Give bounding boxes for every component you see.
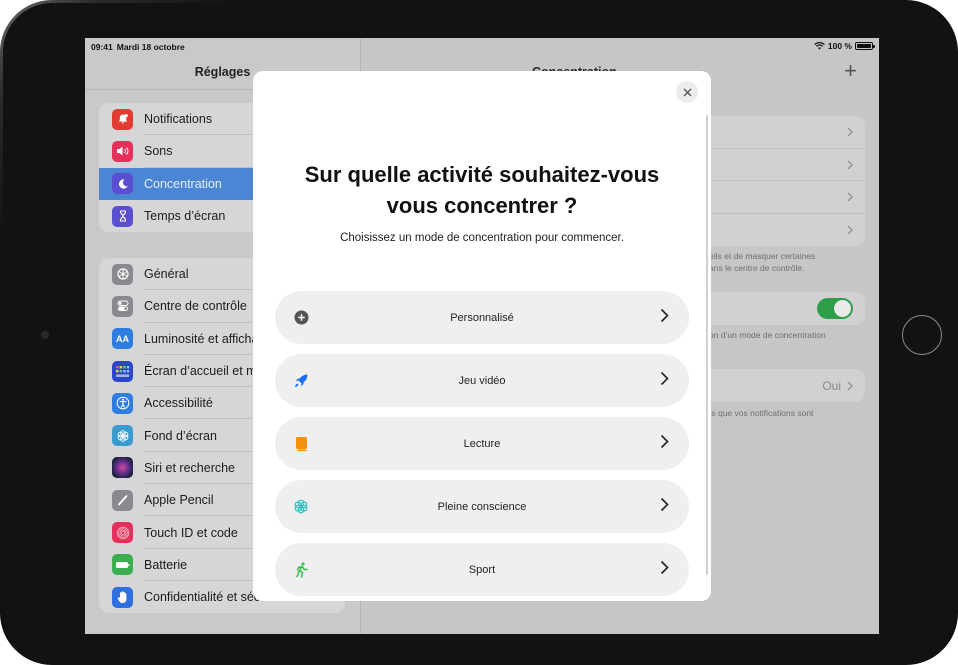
fingerprint-icon (112, 522, 133, 544)
option-label: Personnalisé (450, 311, 514, 324)
focus-status-value: Oui (822, 378, 841, 393)
plus-circle-icon (293, 310, 309, 326)
focus-footer-note: eils et de masquer certaines ans le cent… (709, 251, 816, 273)
app-grid-icon (112, 360, 133, 382)
running-figure-icon (293, 561, 309, 578)
chevron-right-icon (660, 434, 669, 449)
text-size-icon: AA (112, 328, 133, 350)
home-button[interactable] (902, 315, 942, 355)
hourglass-icon (112, 205, 133, 227)
close-icon (683, 88, 691, 96)
front-camera (41, 331, 49, 339)
option-label: Pleine conscience (437, 500, 527, 513)
ipad-frame: Réglages Notifications Sons Concentratio… (0, 0, 958, 665)
modal-title: Sur quelle activité souhaitez-vous vous … (253, 159, 711, 221)
sidebar-item-label: Sons (144, 144, 173, 159)
sidebar-item-label: Accessibilité (144, 396, 213, 411)
mindfulness-flower-icon (293, 499, 309, 515)
sidebar-item-label: Siri et recherche (144, 460, 236, 475)
sidebar-item-label: Fond d’écran (144, 428, 217, 443)
option-personnalise[interactable]: Personnalisé (275, 291, 689, 344)
chevron-right-icon (847, 127, 853, 137)
option-sport[interactable]: Sport (275, 543, 689, 596)
add-focus-button[interactable]: + (844, 60, 857, 82)
sidebar-item-label: Notifications (144, 112, 213, 127)
moon-icon (112, 173, 133, 195)
sidebar-item-label: Concentration (144, 176, 222, 191)
pencil-icon (112, 489, 133, 511)
sidebar-item-label: Batterie (144, 557, 188, 572)
status-date: Mardi 18 octobre (116, 42, 185, 52)
sidebar-item-label: Général (144, 267, 189, 282)
bell-icon (112, 108, 133, 130)
sidebar-item-label: Apple Pencil (144, 493, 214, 508)
chevron-right-icon (847, 381, 853, 390)
battery-indicator (855, 42, 875, 50)
share-note: on d’un mode de concentration (709, 330, 826, 340)
siri-icon (112, 457, 133, 479)
option-label: Sport (468, 563, 496, 576)
option-lecture[interactable]: Lecture (275, 417, 689, 470)
sidebar-item-label: Touch ID et code (144, 525, 238, 540)
battery-icon (112, 554, 133, 576)
sidebar-item-label: Temps d’écran (144, 209, 226, 224)
status-bar: 09:41 Mardi 18 octobre 100 % (85, 38, 879, 56)
hand-icon (112, 586, 133, 608)
rocket-icon (293, 373, 309, 389)
share-across-devices-toggle[interactable] (817, 298, 853, 319)
flower-icon (112, 425, 133, 447)
gear-icon (112, 263, 133, 285)
modal-title-line-1: Sur quelle activité souhaitez-vous (304, 162, 660, 187)
modal-subtitle: Choisissez un mode de concentration pour… (340, 232, 624, 244)
chevron-right-icon (847, 160, 853, 170)
toggles-icon (112, 295, 133, 317)
chevron-right-icon (660, 371, 669, 386)
accessibility-icon (112, 392, 133, 414)
focus-setup-modal: Sur quelle activité souhaitez-vous vous … (253, 71, 711, 601)
chevron-right-icon (660, 497, 669, 512)
chevron-right-icon (660, 560, 669, 575)
sidebar-item-label: Centre de contrôle (144, 299, 247, 314)
option-pleine-conscience[interactable]: Pleine conscience (275, 480, 689, 533)
option-label: Lecture (463, 437, 501, 450)
chevron-right-icon (847, 225, 853, 235)
battery-percentage: 100 % (827, 41, 852, 51)
screen: Réglages Notifications Sons Concentratio… (85, 38, 879, 634)
book-icon (293, 436, 309, 452)
option-jeu-video[interactable]: Jeu vidéo (275, 354, 689, 407)
wifi-icon (814, 42, 825, 50)
status-time: 09:41 (91, 42, 113, 52)
close-button[interactable] (676, 81, 698, 103)
speaker-icon (112, 140, 133, 162)
chevron-right-icon (660, 308, 669, 323)
chevron-right-icon (847, 192, 853, 202)
focus-status-note: ts que vos notifications sont (709, 408, 814, 418)
modal-title-line-2: vous concentrer ? (386, 193, 578, 218)
option-label: Jeu vidéo (458, 374, 506, 387)
